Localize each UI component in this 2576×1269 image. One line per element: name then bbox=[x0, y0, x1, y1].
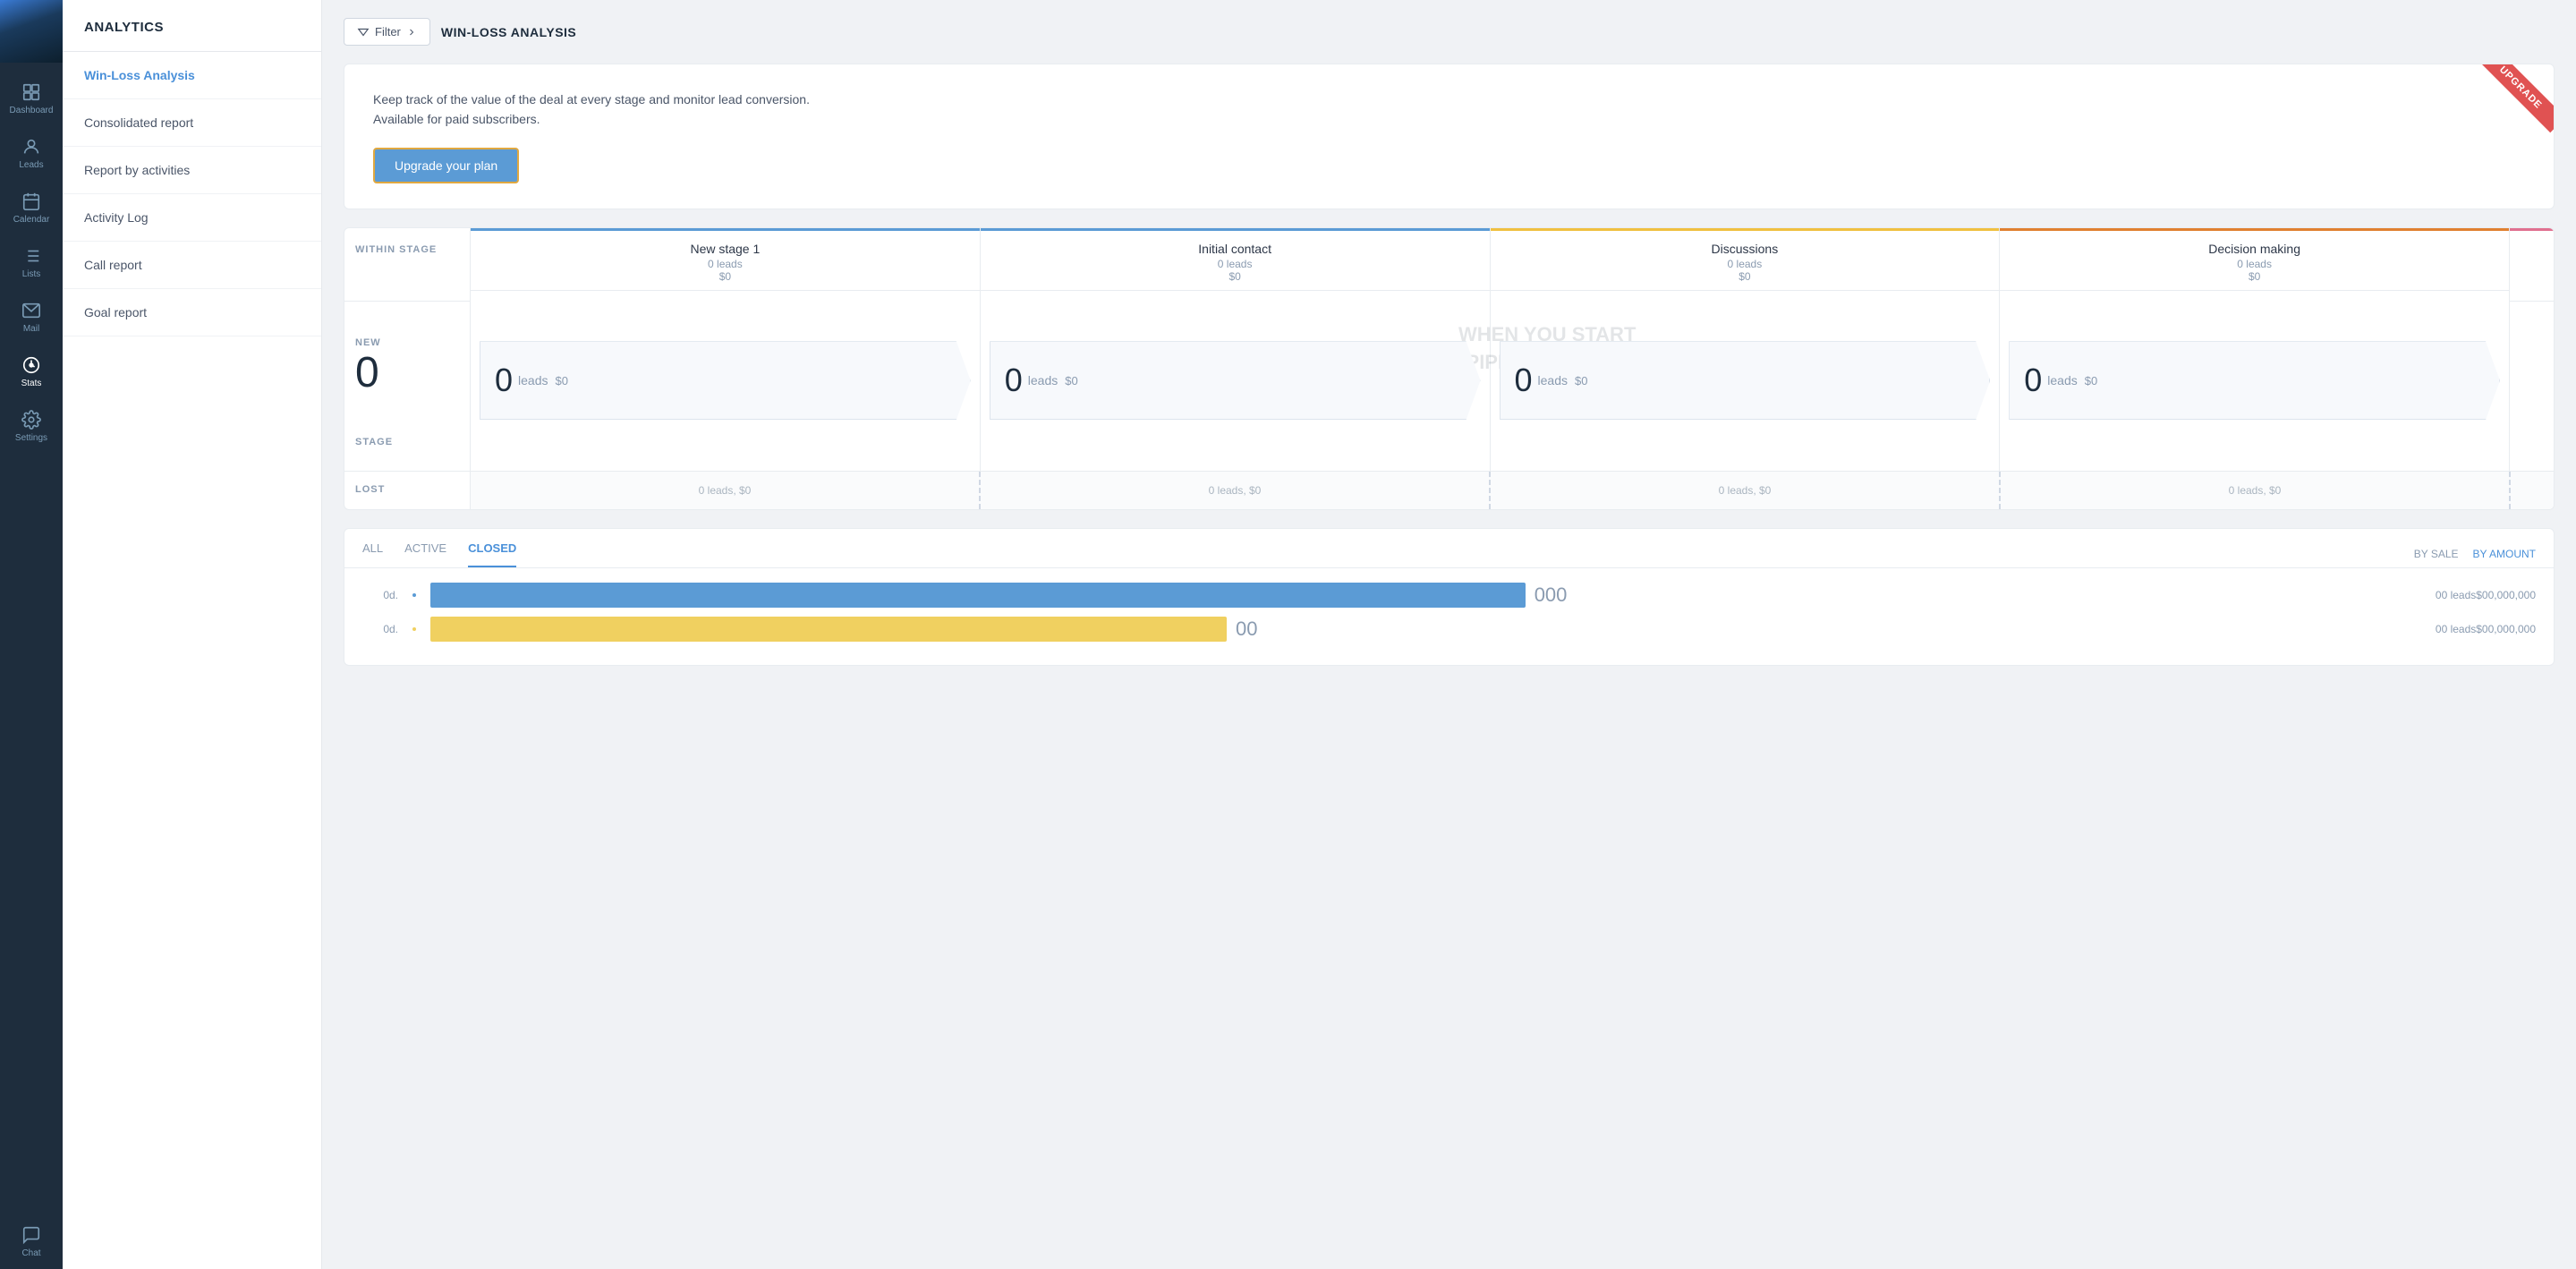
chart-bar-1 bbox=[430, 583, 1526, 608]
chart-indicator-1 bbox=[412, 593, 416, 597]
new-label: NEW bbox=[355, 337, 381, 348]
sort-by-sale[interactable]: BY SALE bbox=[2414, 548, 2459, 560]
sidebar-item-win-loss[interactable]: Win-Loss Analysis bbox=[63, 52, 321, 99]
sidebar-item-chat[interactable]: Chat bbox=[0, 1214, 63, 1269]
stage-header-4: Decision making 0 leads $0 bbox=[2000, 228, 2509, 291]
tab-closed[interactable]: CLOSED bbox=[468, 541, 516, 567]
chart-label-1: 0d. bbox=[362, 589, 398, 601]
stage-body-2: 0 leads $0 bbox=[981, 291, 1490, 471]
stage-body-4: 0 leads $0 bbox=[2000, 291, 2509, 471]
sidebar-item-activity-log[interactable]: Activity Log bbox=[63, 194, 321, 242]
chart-bar-wrap-2: 00 bbox=[430, 617, 2421, 642]
chart-indicator-2 bbox=[412, 627, 416, 631]
upgrade-card-text: Keep track of the value of the deal at e… bbox=[373, 89, 982, 130]
sidebar-item-stats[interactable]: Stats bbox=[0, 345, 63, 399]
upgrade-ribbon-label: UPGRADE bbox=[2476, 64, 2554, 132]
filter-button[interactable]: Filter bbox=[344, 18, 430, 46]
chart-row-2: 0d. 00 00 leads$00,000,000 bbox=[362, 617, 2536, 642]
sidebar-item-lists-label: Lists bbox=[22, 269, 41, 279]
sidebar-item-dashboard-label: Dashboard bbox=[10, 106, 54, 115]
bottom-card: ALL ACTIVE CLOSED BY SALE BY AMOUNT 0d. … bbox=[344, 528, 2555, 666]
stage-label: STAGE bbox=[355, 437, 393, 447]
icon-navigation: Dashboard Leads Calendar Lists Mail Stat… bbox=[0, 0, 63, 1269]
sidebar-item-settings-label: Settings bbox=[15, 433, 47, 443]
upgrade-ribbon: UPGRADE bbox=[2473, 64, 2554, 145]
chart-meta-1: 00 leads$00,000,000 bbox=[2436, 589, 2536, 601]
sidebar-item-leads-label: Leads bbox=[19, 160, 43, 170]
chart-count-2: 00 bbox=[1236, 617, 1257, 641]
sidebar-item-goal-report[interactable]: Goal report bbox=[63, 289, 321, 336]
tab-all[interactable]: ALL bbox=[362, 541, 383, 567]
upgrade-plan-button[interactable]: Upgrade your plan bbox=[373, 148, 519, 183]
sidebar-item-mail[interactable]: Mail bbox=[0, 290, 63, 345]
app-logo bbox=[0, 0, 63, 63]
sort-by-amount[interactable]: BY AMOUNT bbox=[2473, 548, 2536, 560]
chevron-right-icon bbox=[406, 27, 417, 38]
sidebar-title: ANALYTICS bbox=[63, 0, 321, 52]
lost-cell-3: 0 leads, $0 bbox=[1489, 472, 1999, 509]
lost-cell-2: 0 leads, $0 bbox=[979, 472, 1489, 509]
chart-meta-2: 00 leads$00,000,000 bbox=[2436, 623, 2536, 635]
sidebar-item-settings[interactable]: Settings bbox=[0, 399, 63, 454]
sidebar-item-calendar[interactable]: Calendar bbox=[0, 181, 63, 235]
stage-body-3: 0 leads $0 bbox=[1491, 291, 2000, 471]
pipeline-card: WITHIN STAGE NEW 0 STAGE WHEN YOU STARTP… bbox=[344, 227, 2555, 510]
main-content: Filter WIN-LOSS ANALYSIS Keep track of t… bbox=[322, 0, 2576, 1269]
chart-bar-wrap-1: 000 bbox=[430, 583, 2421, 608]
sidebar-item-dashboard[interactable]: Dashboard bbox=[0, 72, 63, 126]
sidebar-item-chat-label: Chat bbox=[21, 1248, 40, 1258]
sidebar-item-call-report[interactable]: Call report bbox=[63, 242, 321, 289]
page-title: WIN-LOSS ANALYSIS bbox=[441, 25, 576, 39]
upgrade-card: Keep track of the value of the deal at e… bbox=[344, 64, 2555, 209]
lost-row: LOST 0 leads, $0 0 leads, $0 0 leads, $0… bbox=[344, 471, 2554, 509]
stage-header-3: Discussions 0 leads $0 bbox=[1491, 228, 2000, 291]
sidebar-item-lists[interactable]: Lists bbox=[0, 235, 63, 290]
filter-icon bbox=[357, 26, 370, 38]
chart-count-1: 000 bbox=[1535, 583, 1568, 607]
bottom-chart: 0d. 000 00 leads$00,000,000 0d. 00 00 le… bbox=[344, 568, 2554, 665]
sidebar: ANALYTICS Win-Loss Analysis Consolidated… bbox=[63, 0, 322, 1269]
sidebar-item-leads[interactable]: Leads bbox=[0, 126, 63, 181]
sidebar-item-report-activities[interactable]: Report by activities bbox=[63, 147, 321, 194]
new-count: 0 bbox=[355, 348, 381, 397]
within-stage-label: WITHIN STAGE bbox=[355, 244, 459, 255]
chart-bar-2 bbox=[430, 617, 1227, 642]
bottom-tabs: ALL ACTIVE CLOSED BY SALE BY AMOUNT bbox=[344, 529, 2554, 568]
sidebar-item-stats-label: Stats bbox=[21, 379, 42, 388]
sidebar-item-mail-label: Mail bbox=[23, 324, 39, 334]
sidebar-item-calendar-label: Calendar bbox=[13, 215, 50, 225]
sidebar-item-consolidated[interactable]: Consolidated report bbox=[63, 99, 321, 147]
lost-cell-1: 0 leads, $0 bbox=[470, 472, 979, 509]
chart-label-2: 0d. bbox=[362, 623, 398, 635]
lost-cell-4: 0 leads, $0 bbox=[1999, 472, 2509, 509]
sort-options: BY SALE BY AMOUNT bbox=[2414, 548, 2536, 560]
stage-header-1: New stage 1 0 leads $0 bbox=[471, 228, 980, 291]
stage-header-2: Initial contact 0 leads $0 bbox=[981, 228, 1490, 291]
lost-label: LOST bbox=[344, 472, 470, 509]
tab-active[interactable]: ACTIVE bbox=[404, 541, 446, 567]
stage-body-1: 0 leads $0 bbox=[471, 291, 980, 471]
chart-row-1: 0d. 000 00 leads$00,000,000 bbox=[362, 583, 2536, 608]
top-bar: Filter WIN-LOSS ANALYSIS bbox=[344, 18, 2555, 46]
